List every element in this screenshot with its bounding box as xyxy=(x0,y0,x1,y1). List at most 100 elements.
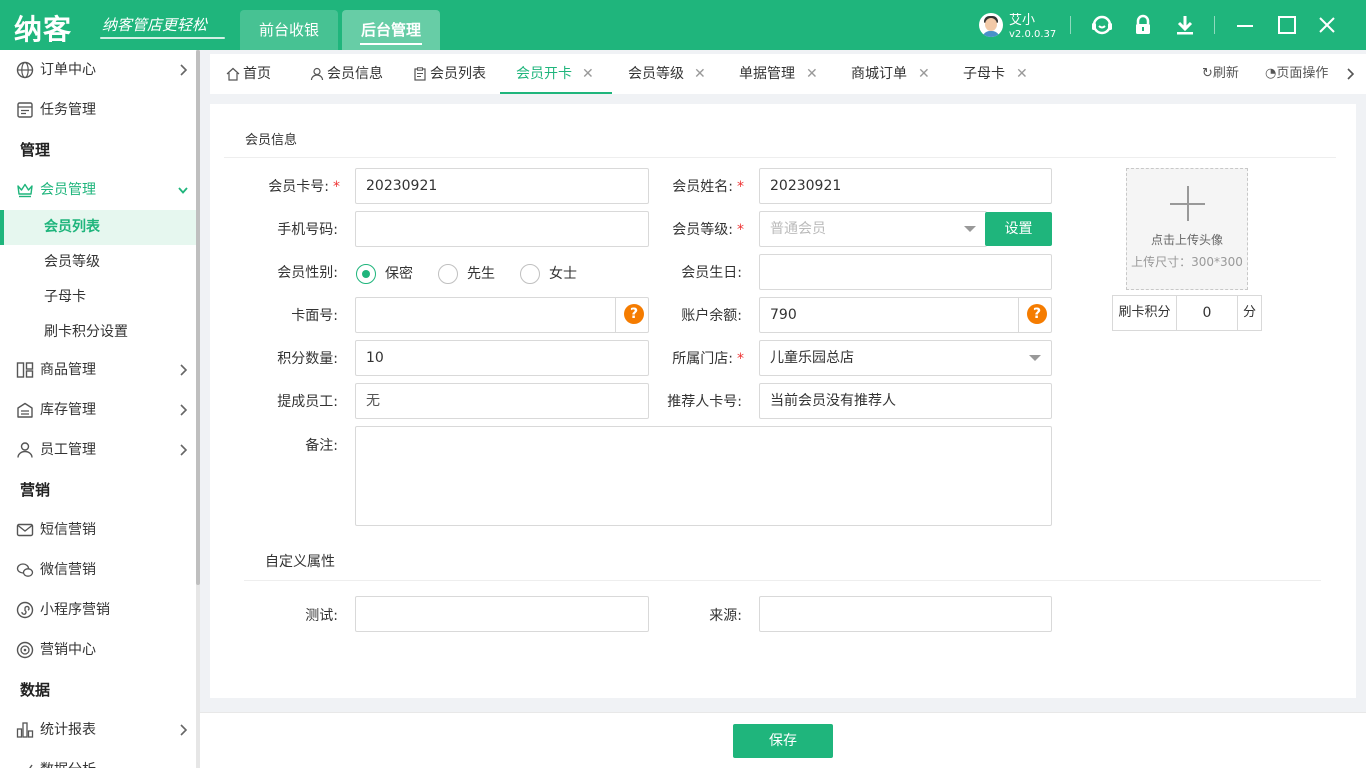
globe-icon xyxy=(16,61,34,79)
remark-textarea[interactable] xyxy=(355,426,1052,526)
balance-input[interactable]: 790 xyxy=(759,297,1052,333)
target-icon xyxy=(16,641,34,659)
sidebar-item-sms-marketing[interactable]: 短信营销 xyxy=(0,510,196,550)
analysis-icon xyxy=(29,764,33,768)
plus-icon xyxy=(1187,186,1189,221)
source-label: 来源: xyxy=(709,608,742,624)
sidebar-item-label: 统计报表 xyxy=(40,722,96,738)
sidebar-scrollbar[interactable] xyxy=(196,50,200,768)
sidebar-subitem-member-level[interactable]: 会员等级 xyxy=(0,245,196,280)
tab-document-management[interactable]: 单据管理 ✕ xyxy=(724,54,836,94)
sidebar-subitem-label: 子母卡 xyxy=(44,289,86,305)
test-input[interactable] xyxy=(355,596,649,632)
customer-service-icon[interactable] xyxy=(1090,13,1114,37)
scrollbar-thumb[interactable] xyxy=(196,50,200,585)
tab-member-list[interactable]: 会员列表 xyxy=(400,54,500,94)
sidebar-item-order-center[interactable]: 订单中心 xyxy=(0,50,196,90)
sidebar-subitem-member-list[interactable]: 会员列表 xyxy=(0,210,196,245)
sidebar-item-data-analysis[interactable]: 数据分析 xyxy=(0,750,196,768)
card-face-number-input[interactable] xyxy=(355,297,649,333)
tab-member-level[interactable]: 会员等级 ✕ xyxy=(612,54,724,94)
gender-option-label: 保密 xyxy=(385,266,413,282)
slogan-underline xyxy=(100,37,225,39)
maximize-icon[interactable] xyxy=(1275,13,1299,37)
sidebar-item-label: 营销中心 xyxy=(40,642,96,658)
close-tab-icon[interactable]: ✕ xyxy=(694,54,706,94)
sidebar-item-member-management[interactable]: 会员管理 xyxy=(0,170,196,210)
top-tab-front-cashier[interactable]: 前台收银 xyxy=(240,10,338,50)
sidebar-item-wechat-marketing[interactable]: 微信营销 xyxy=(0,550,196,590)
tab-parent-child-card[interactable]: 子母卡 ✕ xyxy=(948,54,1048,94)
store-value: 儿童乐园总店 xyxy=(770,350,854,366)
member-name-label: 会员姓名: * xyxy=(672,179,744,195)
source-input[interactable] xyxy=(759,596,1052,632)
tab-member-open-card[interactable]: 会员开卡 ✕ xyxy=(500,54,612,94)
card-points-input[interactable]: 0 xyxy=(1177,296,1237,330)
commission-staff-input[interactable]: 无 xyxy=(355,383,649,419)
top-bar: 纳客 纳客管店更轻松 前台收银 后台管理 艾小 v2.0.0.37 xyxy=(0,0,1366,50)
tab-home[interactable]: 首页 xyxy=(210,54,298,94)
sidebar-item-miniprogram-marketing[interactable]: 小程序营销 xyxy=(0,590,196,630)
close-tab-icon[interactable]: ✕ xyxy=(806,54,818,94)
upload-size-hint: 上传尺寸：300*300 xyxy=(1131,255,1243,269)
minimize-icon[interactable] xyxy=(1233,13,1257,37)
required-mark: * xyxy=(737,222,744,238)
card-points-unit: 分 xyxy=(1237,296,1261,330)
tab-mall-orders[interactable]: 商城订单 ✕ xyxy=(836,54,948,94)
tab-label: 商城订单 xyxy=(851,66,907,82)
sidebar-item-label: 员工管理 xyxy=(40,442,96,458)
referrer-card-label: 推荐人卡号: xyxy=(667,394,742,410)
store-select[interactable]: 儿童乐园总店 xyxy=(759,340,1052,376)
sidebar-item-goods-management[interactable]: 商品管理 xyxy=(0,350,196,390)
avatar[interactable] xyxy=(979,13,1003,37)
avatar-upload-area[interactable]: 点击上传头像 上传尺寸：300*300 xyxy=(1126,168,1248,290)
goods-icon xyxy=(16,362,34,378)
sidebar-item-task-management[interactable]: 任务管理 xyxy=(0,90,196,130)
sidebar-item-staff-management[interactable]: 员工管理 xyxy=(0,430,196,470)
member-name-input[interactable]: 20230921 xyxy=(759,168,1052,204)
dropdown-arrow-icon xyxy=(1029,355,1041,361)
required-mark: * xyxy=(737,179,744,195)
lock-icon[interactable] xyxy=(1131,13,1155,37)
app-version: v2.0.0.37 xyxy=(1009,29,1057,40)
points-input[interactable]: 10 xyxy=(355,340,649,376)
sidebar-subitem-label: 会员列表 xyxy=(44,219,100,235)
sidebar-item-marketing-center[interactable]: 营销中心 xyxy=(0,630,196,670)
section-divider xyxy=(224,157,1336,158)
card-points-label: 刷卡积分 xyxy=(1113,296,1177,330)
sidebar-item-label: 小程序营销 xyxy=(40,602,110,618)
close-tab-icon[interactable]: ✕ xyxy=(582,54,594,94)
tab-bar: 首页 会员信息 会员列表 会员开卡 ✕ 会员等级 ✕ 单据管理 ✕ 商城订单 ✕… xyxy=(210,54,1366,94)
sidebar-subitem-card-points-settings[interactable]: 刷卡积分设置 xyxy=(0,315,196,350)
miniprogram-icon xyxy=(16,601,34,619)
phone-input[interactable] xyxy=(355,211,649,247)
refresh-label: 刷新 xyxy=(1212,66,1239,81)
refresh-button[interactable]: ↻刷新 xyxy=(1202,54,1239,94)
close-icon[interactable] xyxy=(1315,13,1339,37)
page-operations-button[interactable]: ◔页面操作 xyxy=(1265,54,1328,94)
required-mark: * xyxy=(333,179,340,195)
sidebar-item-inventory-management[interactable]: 库存管理 xyxy=(0,390,196,430)
wechat-icon xyxy=(16,563,34,577)
tab-member-info[interactable]: 会员信息 xyxy=(298,54,400,94)
save-button[interactable]: 保存 xyxy=(733,724,833,758)
home-icon xyxy=(226,67,240,81)
referrer-card-input[interactable]: 当前会员没有推荐人 xyxy=(759,383,1052,419)
user-name[interactable]: 艾小 xyxy=(1009,9,1035,28)
sidebar-item-label: 微信营销 xyxy=(40,562,96,578)
download-icon[interactable] xyxy=(1173,13,1197,37)
chevron-right-icon xyxy=(180,64,188,76)
balance-help[interactable]: ? xyxy=(1018,297,1052,333)
close-tab-icon[interactable]: ✕ xyxy=(918,54,930,94)
close-tab-icon[interactable]: ✕ xyxy=(1016,54,1028,94)
member-level-select[interactable]: 普通会员 xyxy=(759,211,987,247)
section-title-custom-attributes: 自定义属性 xyxy=(265,554,335,570)
card-number-input[interactable]: 20230921 xyxy=(355,168,649,204)
sidebar-subitem-parent-child-card[interactable]: 子母卡 xyxy=(0,280,196,315)
sidebar-item-statistics-report[interactable]: 统计报表 xyxy=(0,710,196,750)
birthday-input[interactable] xyxy=(759,254,1052,290)
top-tab-back-office[interactable]: 后台管理 xyxy=(342,10,440,50)
sidebar-section-marketing: 营销 xyxy=(20,481,51,499)
member-level-settings-button[interactable]: 设置 xyxy=(985,212,1052,246)
chevron-down-icon xyxy=(178,187,188,194)
